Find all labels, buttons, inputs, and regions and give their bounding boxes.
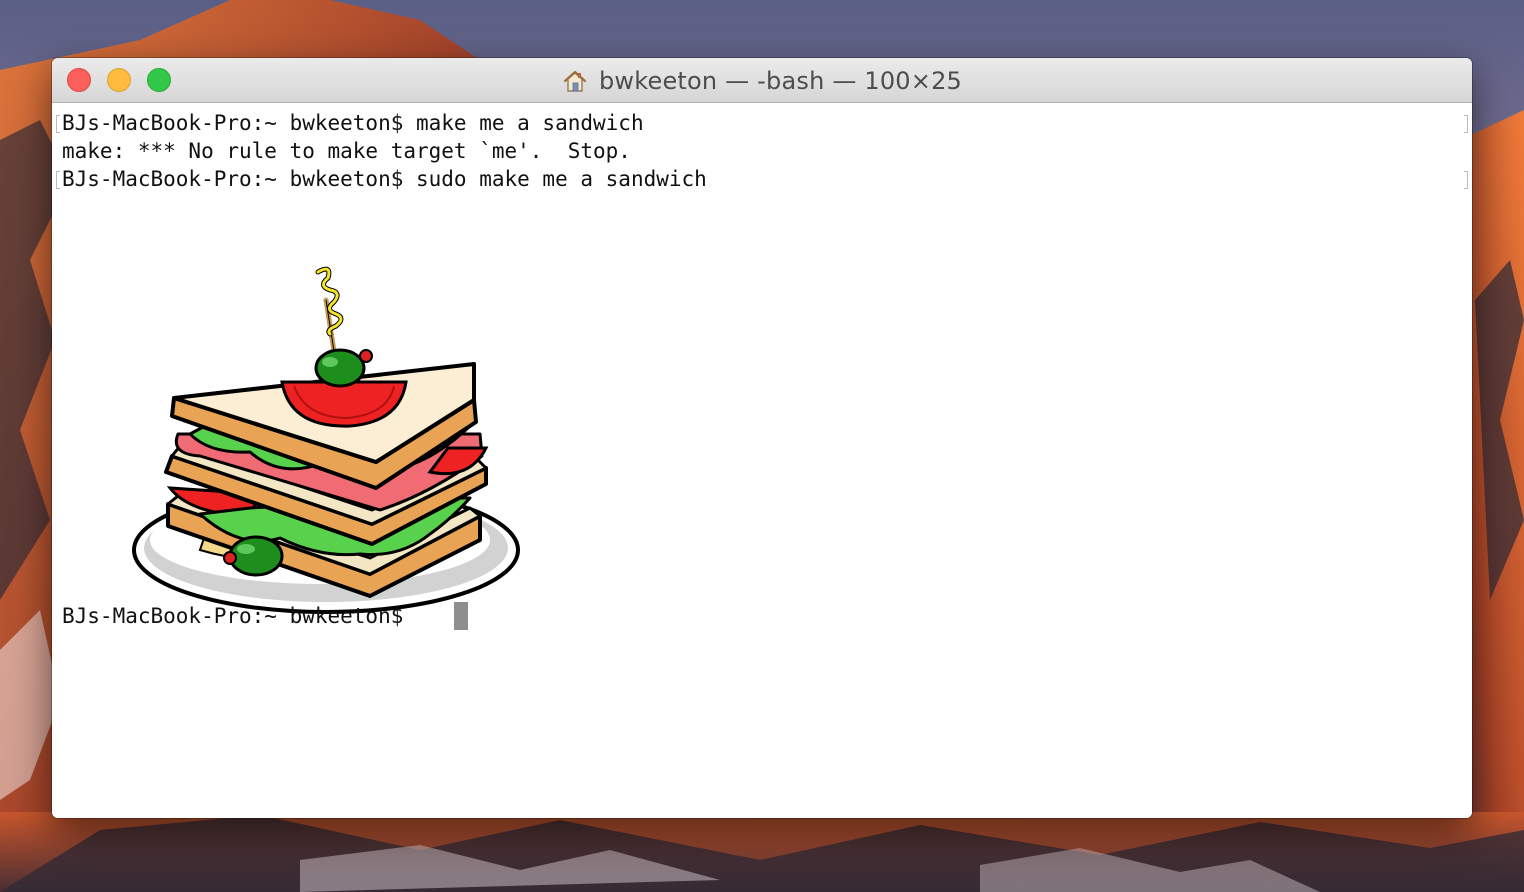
command-mark-right — [1464, 171, 1468, 189]
title-bar[interactable]: bwkeeton — -bash — 100×25 — [52, 58, 1472, 103]
terminal-line-command: BJs-MacBook-Pro:~ bwkeeton$ make me a sa… — [62, 111, 644, 135]
terminal-window: bwkeeton — -bash — 100×25 BJs-MacBook-Pr… — [52, 58, 1472, 818]
text-cursor[interactable] — [454, 602, 468, 630]
terminal-content[interactable]: BJs-MacBook-Pro:~ bwkeeton$ make me a sa… — [52, 103, 1472, 818]
terminal-prompt: BJs-MacBook-Pro:~ bwkeeton$ — [62, 604, 417, 628]
command-mark-left — [56, 171, 60, 189]
sandwich-illustration — [132, 266, 520, 614]
terminal-line-output: make: *** No rule to make target `me'. S… — [62, 139, 631, 163]
home-icon — [563, 70, 587, 92]
terminal-line-command: BJs-MacBook-Pro:~ bwkeeton$ sudo make me… — [62, 167, 707, 191]
window-title-group: bwkeeton — -bash — 100×25 — [52, 58, 1472, 103]
window-title: bwkeeton — -bash — 100×25 — [598, 66, 963, 95]
command-mark-left — [56, 115, 60, 133]
command-mark-right — [1464, 115, 1468, 133]
